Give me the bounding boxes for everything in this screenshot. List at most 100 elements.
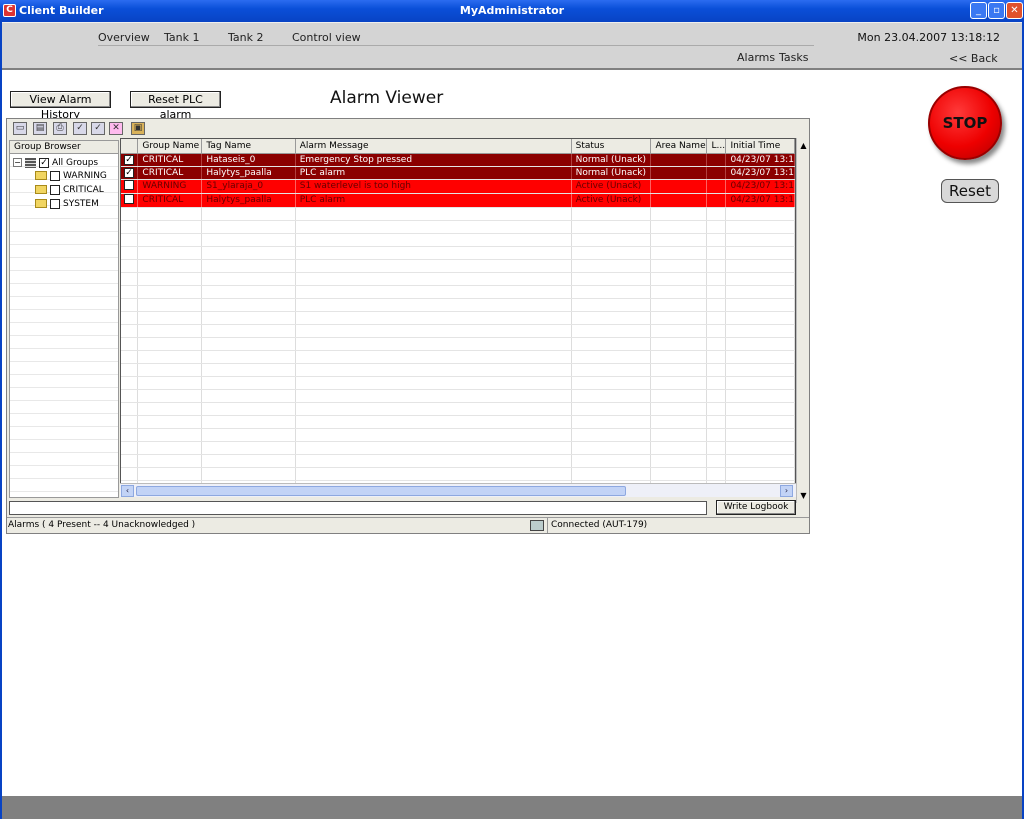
column-header[interactable]: Tag Name	[201, 139, 296, 154]
horizontal-scrollbar[interactable]: ‹ ›	[120, 483, 796, 497]
row-checkbox[interactable]: ✓	[124, 167, 134, 178]
row-checkbox-cell[interactable]	[121, 363, 139, 377]
checkbox[interactable]	[50, 170, 60, 181]
table-row[interactable]	[121, 441, 795, 455]
table-row[interactable]	[121, 311, 795, 325]
row-checkbox[interactable]: ✓	[124, 154, 134, 165]
ack-icon[interactable]: ✓	[73, 122, 87, 135]
table-row[interactable]	[121, 350, 795, 364]
row-checkbox-cell[interactable]	[121, 337, 139, 351]
column-header[interactable]: Status	[571, 139, 652, 154]
filter-icon[interactable]: ✕	[109, 122, 123, 135]
nav-overview[interactable]: Overview	[98, 31, 150, 44]
nav-control-view[interactable]: Control view	[292, 31, 361, 44]
write-logbook-button[interactable]: Write Logbook	[716, 500, 796, 515]
table-row[interactable]	[121, 272, 795, 286]
row-checkbox-cell[interactable]	[121, 311, 139, 325]
row-checkbox-cell[interactable]	[121, 454, 139, 468]
row-checkbox-cell[interactable]: ✓	[121, 166, 139, 180]
table-row[interactable]	[121, 246, 795, 260]
tree-item-all-groups[interactable]: − ✓ All Groups	[13, 157, 98, 170]
row-checkbox-cell[interactable]	[121, 259, 139, 273]
table-row[interactable]	[121, 402, 795, 416]
row-checkbox-cell[interactable]	[121, 246, 139, 260]
scroll-thumb[interactable]	[136, 486, 626, 496]
tree-item-system[interactable]: SYSTEM	[35, 198, 99, 211]
checkbox[interactable]	[50, 184, 60, 195]
table-row[interactable]	[121, 428, 795, 442]
tree-item-warning[interactable]: WARNING	[35, 170, 107, 183]
row-checkbox-cell[interactable]	[121, 350, 139, 364]
checkbox[interactable]: ✓	[39, 157, 49, 168]
row-checkbox-cell[interactable]	[121, 193, 139, 208]
checkbox[interactable]	[50, 198, 60, 209]
row-checkbox-cell[interactable]	[121, 233, 139, 247]
row-checkbox-cell[interactable]	[121, 428, 139, 442]
view-icon[interactable]: ▭	[13, 122, 27, 135]
restore-button[interactable]: ▫	[988, 2, 1005, 19]
table-row[interactable]	[121, 454, 795, 468]
table-row[interactable]	[121, 220, 795, 234]
vertical-scrollbar[interactable]: ▲ ▼	[796, 138, 809, 503]
table-row[interactable]	[121, 337, 795, 351]
table-row[interactable]	[121, 285, 795, 299]
view-alarm-history-button[interactable]: View Alarm History	[10, 91, 111, 121]
table-row[interactable]	[121, 415, 795, 429]
scroll-right-icon[interactable]: ›	[780, 485, 793, 497]
row-checkbox-cell[interactable]	[121, 376, 139, 390]
table-row[interactable]	[121, 467, 795, 481]
table-row[interactable]	[121, 259, 795, 273]
column-header[interactable]: Initial Time	[725, 139, 795, 154]
reset-plc-alarm-button[interactable]: Reset PLC alarm	[130, 91, 221, 121]
logbook-input[interactable]	[9, 501, 707, 515]
table-row[interactable]	[121, 389, 795, 403]
close-button[interactable]: ✕	[1006, 2, 1023, 19]
ack-all-icon[interactable]: ✓	[91, 122, 105, 135]
row-checkbox-cell[interactable]	[121, 389, 139, 403]
nav-tank-2[interactable]: Tank 2	[228, 31, 263, 44]
table-row[interactable]	[121, 324, 795, 338]
row-checkbox-cell[interactable]	[121, 467, 139, 481]
collapse-icon[interactable]: −	[13, 158, 22, 167]
table-row[interactable]: WARNING S1_ylaraja_0 S1 waterlevel is too …	[121, 179, 795, 194]
table-row[interactable]: CRITICAL Halytys_paalla PLC alarm Active (U…	[121, 193, 795, 208]
column-header[interactable]: Alarm Message	[295, 139, 572, 154]
scroll-up-icon[interactable]: ▲	[798, 140, 809, 151]
stop-button[interactable]: STOP	[928, 86, 1002, 160]
row-checkbox-cell[interactable]	[121, 324, 139, 338]
column-header[interactable]	[121, 139, 139, 154]
row-checkbox-cell[interactable]	[121, 441, 139, 455]
table-row[interactable]: ✓ CRITICAL Halytys_paalla PLC alarm Normal (…	[121, 166, 795, 180]
row-checkbox-cell[interactable]	[121, 402, 139, 416]
print-icon[interactable]: ⎙	[53, 122, 67, 135]
row-checkbox-cell[interactable]	[121, 220, 139, 234]
window-icon[interactable]: ▤	[33, 122, 47, 135]
nav-tank-1[interactable]: Tank 1	[164, 31, 199, 44]
table-row[interactable]	[121, 363, 795, 377]
row-checkbox-cell[interactable]	[121, 285, 139, 299]
row-checkbox-cell[interactable]: ✓	[121, 153, 139, 167]
back-link[interactable]: << Back	[949, 52, 998, 65]
scroll-left-icon[interactable]: ‹	[121, 485, 134, 497]
row-checkbox-cell[interactable]	[121, 272, 139, 286]
nav-alarms[interactable]: Alarms	[737, 51, 775, 64]
column-header[interactable]: L...	[706, 139, 727, 154]
table-row[interactable]	[121, 233, 795, 247]
row-checkbox-cell[interactable]	[121, 207, 139, 221]
minimize-button[interactable]: _	[970, 2, 987, 19]
table-row[interactable]	[121, 298, 795, 312]
scroll-down-icon[interactable]: ▼	[798, 490, 809, 501]
row-checkbox-cell[interactable]	[121, 298, 139, 312]
export-icon[interactable]: ▣	[131, 122, 145, 135]
table-row[interactable]	[121, 207, 795, 221]
reset-button[interactable]: Reset	[941, 179, 999, 203]
column-header[interactable]: Area Name	[650, 139, 708, 154]
row-checkbox-cell[interactable]	[121, 179, 139, 194]
table-row[interactable]: ✓ CRITICAL Hataseis_0 Emergency Stop presse…	[121, 153, 795, 167]
table-row[interactable]	[121, 376, 795, 390]
tree-item-critical[interactable]: CRITICAL	[35, 184, 104, 197]
column-header[interactable]: Group Name	[137, 139, 203, 154]
nav-tasks[interactable]: Tasks	[779, 51, 808, 64]
row-checkbox[interactable]	[124, 193, 134, 204]
row-checkbox[interactable]	[124, 179, 134, 190]
